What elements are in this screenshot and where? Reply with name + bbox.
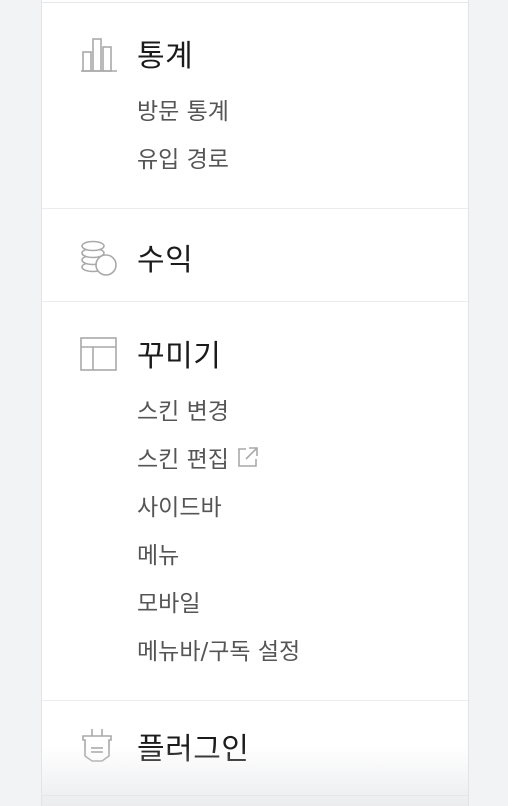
plug-icon — [80, 727, 118, 765]
menu-section-title: 플러그인 — [137, 732, 250, 767]
bar-chart-icon — [80, 34, 118, 72]
section-divider — [42, 700, 468, 701]
menu-item-traffic-source[interactable]: 유입 경로 — [137, 140, 229, 174]
menu-section-plugin[interactable]: 플러그인 — [42, 724, 468, 768]
section-divider — [42, 208, 468, 209]
menu-section-stats[interactable]: 통계 — [42, 31, 468, 75]
menu-section-title: 수익 — [137, 243, 194, 278]
menu-section-title: 꾸미기 — [137, 339, 222, 374]
admin-sidebar-menu: 통계 방문 통계 유입 경로 수익 꾸미기 스킨 변경 스킨 편집 사이드바 메… — [41, 0, 469, 806]
bottom-divider — [42, 795, 468, 796]
menu-item-mobile[interactable]: 모바일 — [137, 584, 200, 618]
menu-item-skin-change[interactable]: 스킨 변경 — [137, 392, 229, 426]
menu-section-customize[interactable]: 꾸미기 — [42, 331, 468, 375]
menu-item-visit-stats[interactable]: 방문 통계 — [137, 92, 229, 126]
menu-item-menubar-subscribe[interactable]: 메뉴바/구독 설정 — [137, 632, 300, 666]
menu-item-sidebar[interactable]: 사이드바 — [137, 488, 222, 522]
section-divider — [42, 301, 468, 302]
menu-item-skin-edit[interactable]: 스킨 편집 — [137, 440, 259, 474]
top-divider — [42, 2, 468, 3]
menu-item-menu[interactable]: 메뉴 — [137, 536, 179, 570]
external-link-icon — [237, 446, 259, 468]
coins-icon — [80, 238, 118, 276]
menu-item-label: 스킨 편집 — [137, 447, 229, 473]
menu-section-revenue[interactable]: 수익 — [42, 235, 468, 279]
layout-icon — [80, 334, 118, 372]
menu-section-title: 통계 — [137, 39, 194, 74]
